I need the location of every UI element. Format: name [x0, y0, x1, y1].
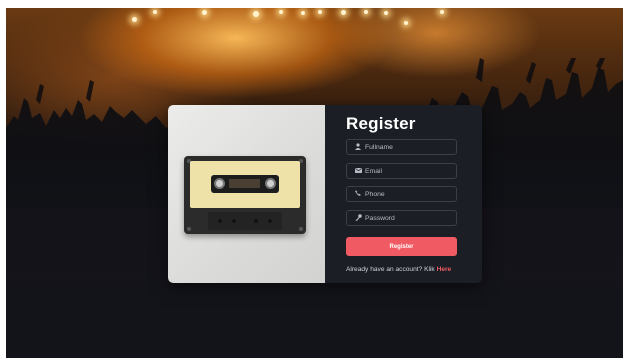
login-prompt-text: Already have an account? Klik — [346, 266, 435, 273]
cassette-photo — [168, 105, 325, 283]
concert-background: Register Fullname Email Phone Register A… — [6, 8, 623, 358]
stage-light — [384, 11, 388, 15]
stage-light — [153, 10, 157, 14]
stage-light — [440, 10, 444, 14]
form-title: Register — [346, 114, 416, 133]
fullname-input[interactable] — [365, 143, 453, 151]
register-card: Register Fullname Email Phone Register A… — [168, 105, 482, 283]
stage-light — [132, 17, 137, 22]
cassette-reel — [265, 178, 276, 189]
stage-light — [364, 10, 368, 14]
phone-input[interactable] — [365, 190, 453, 198]
cassette-tape-image — [184, 156, 306, 234]
email-input[interactable] — [365, 167, 453, 175]
stage-light — [253, 11, 259, 17]
stage-light — [301, 11, 305, 15]
password-field[interactable] — [346, 210, 457, 226]
cassette-reel — [214, 178, 225, 189]
login-link[interactable]: Here — [437, 266, 452, 273]
stage-light — [404, 21, 408, 25]
fullname-field[interactable] — [346, 139, 457, 155]
register-form: Register Fullname Email Phone Register A… — [325, 105, 482, 283]
login-prompt: Already have an account? Klik Here — [346, 266, 451, 273]
stage-light — [341, 10, 346, 15]
stage-light — [279, 10, 283, 14]
page: Register Fullname Email Phone Register A… — [0, 0, 627, 358]
key-icon — [351, 213, 365, 223]
phone-icon — [351, 190, 365, 198]
email-field[interactable] — [346, 163, 457, 179]
envelope-icon — [351, 167, 365, 175]
phone-field[interactable] — [346, 186, 457, 202]
stage-light — [202, 10, 207, 15]
password-input[interactable] — [365, 214, 453, 222]
stage-light — [318, 10, 322, 14]
register-button[interactable]: Register — [346, 237, 457, 256]
user-icon — [351, 142, 365, 152]
